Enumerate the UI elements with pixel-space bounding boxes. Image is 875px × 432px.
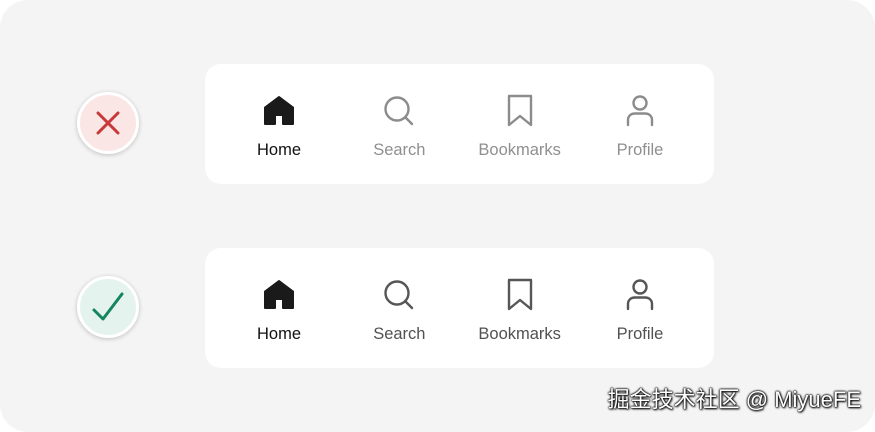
incorrect-verdict-badge	[77, 92, 139, 154]
nav-label-profile: Profile	[616, 141, 664, 159]
bottom-nav-bar-incorrect: Home Search Bookmarks Profile	[205, 64, 714, 184]
search-icon	[384, 96, 414, 126]
nav-label-bookmarks: Bookmarks	[478, 325, 561, 343]
correct-verdict-badge	[77, 276, 139, 338]
nav-label-home: Home	[256, 325, 301, 343]
nav-label-search: Search	[373, 325, 426, 343]
bookmark-icon	[507, 278, 532, 311]
nav-item-profile[interactable]: Profile	[590, 64, 690, 184]
profile-icon	[626, 279, 654, 311]
nav-label-bookmarks: Bookmarks	[478, 141, 561, 159]
comparison-canvas: Home Search Bookmarks Profile Home Searc…	[0, 0, 875, 432]
nav-item-home[interactable]: Home	[229, 64, 329, 184]
nav-item-search[interactable]: Search	[349, 64, 449, 184]
home-icon	[264, 96, 294, 125]
cross-icon	[96, 111, 120, 135]
search-icon	[384, 280, 414, 310]
nav-label-profile: Profile	[616, 325, 664, 343]
nav-item-home[interactable]: Home	[229, 248, 329, 368]
nav-item-search[interactable]: Search	[349, 248, 449, 368]
nav-item-bookmarks[interactable]: Bookmarks	[470, 248, 570, 368]
bookmark-icon	[507, 94, 532, 127]
nav-label-search: Search	[373, 141, 426, 159]
bottom-nav-bar-correct: Home Search Bookmarks Profile	[205, 248, 714, 368]
home-icon	[264, 280, 294, 309]
nav-item-profile[interactable]: Profile	[590, 248, 690, 368]
profile-icon	[626, 95, 654, 127]
nav-item-bookmarks[interactable]: Bookmarks	[470, 64, 570, 184]
watermark: 掘金技术社区 @ MiyueFE	[607, 387, 861, 412]
nav-label-home: Home	[256, 141, 301, 159]
check-icon	[92, 292, 124, 321]
